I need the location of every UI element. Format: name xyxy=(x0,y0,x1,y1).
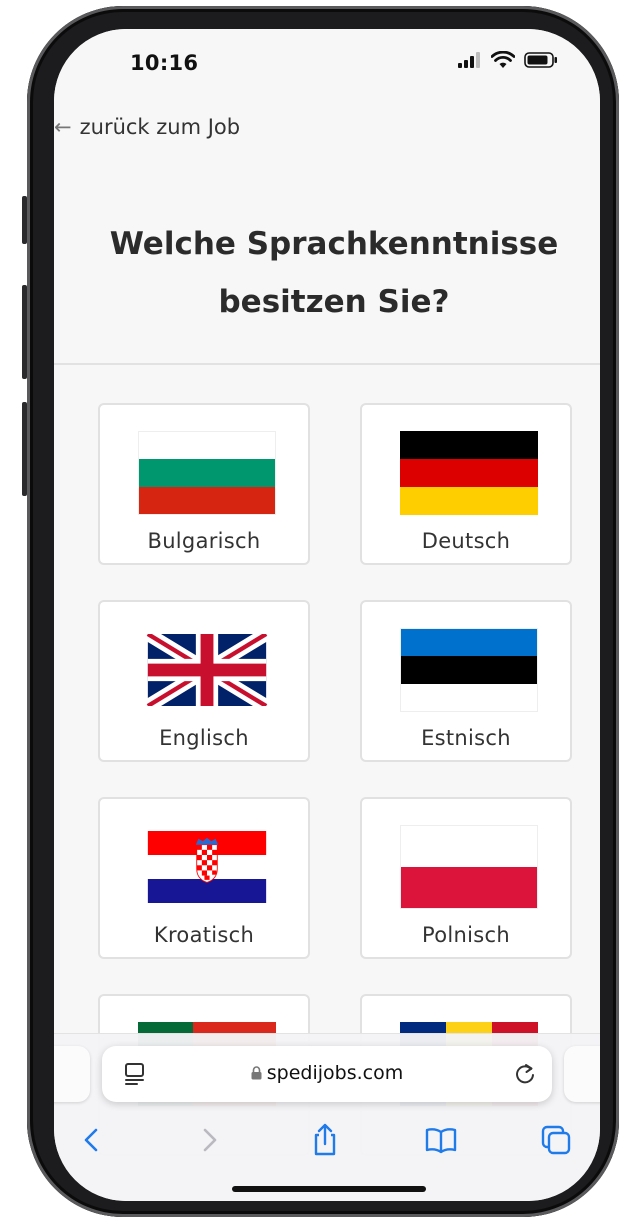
previous-tab-preview[interactable] xyxy=(54,1046,90,1102)
cellular-signal-icon xyxy=(458,52,480,68)
page-title-line1: Welche Sprachkenntnisse xyxy=(109,226,559,262)
language-label: Kroatisch xyxy=(153,923,255,947)
lock-icon xyxy=(251,1066,262,1080)
language-option-estnisch[interactable]: Estnisch xyxy=(360,600,572,762)
page-title-line2: besitzen Sie? xyxy=(218,284,450,320)
back-chevron-icon[interactable] xyxy=(74,1122,110,1158)
divider xyxy=(54,363,600,365)
next-tab-preview[interactable] xyxy=(564,1046,600,1102)
volume-up-button xyxy=(22,285,27,379)
status-bar: 10:16 xyxy=(54,29,600,101)
volume-down-button xyxy=(22,402,27,496)
language-option-deutsch[interactable]: Deutsch xyxy=(360,403,572,565)
language-option-kroatisch[interactable]: Kroatisch xyxy=(98,797,310,959)
share-icon[interactable] xyxy=(307,1122,343,1158)
croatia-flag-icon xyxy=(147,831,267,903)
wifi-icon xyxy=(491,51,515,68)
address-bar[interactable]: spedijobs.com xyxy=(102,1046,552,1102)
mute-switch xyxy=(22,196,27,244)
language-label: Deutsch xyxy=(421,529,511,553)
forward-chevron-icon[interactable] xyxy=(191,1122,227,1158)
page-title: Welche Sprachkenntnisse besitzen Sie? xyxy=(84,215,584,331)
language-option-englisch[interactable]: Englisch xyxy=(98,600,310,762)
back-link-label: zurück zum Job xyxy=(79,115,241,139)
home-indicator xyxy=(232,1186,426,1192)
language-label: Bulgarisch xyxy=(147,529,261,553)
language-option-polnisch[interactable]: Polnisch xyxy=(360,797,572,959)
estonia-flag-icon xyxy=(400,628,538,712)
battery-icon xyxy=(524,52,557,68)
bookmarks-icon[interactable] xyxy=(423,1122,459,1158)
uk-flag-icon xyxy=(144,634,270,706)
screen: 10:16 ← zurück zum Job Welche Sprachkenn… xyxy=(54,29,600,1201)
language-label: Estnisch xyxy=(421,726,511,750)
reload-icon[interactable] xyxy=(514,1063,536,1085)
arrow-left-icon: ← xyxy=(54,115,72,139)
germany-flag-icon xyxy=(400,431,538,515)
url-text: spedijobs.com xyxy=(266,1062,404,1084)
language-option-bulgarisch[interactable]: Bulgarisch xyxy=(98,403,310,565)
browser-toolbar: spedijobs.com xyxy=(54,1033,600,1201)
bulgaria-flag-icon xyxy=(138,431,276,515)
tabs-icon[interactable] xyxy=(538,1122,574,1158)
status-time: 10:16 xyxy=(130,51,199,75)
language-label: Englisch xyxy=(159,726,249,750)
browser-nav-row xyxy=(54,1116,600,1162)
poland-flag-icon xyxy=(400,825,538,909)
back-to-job-link[interactable]: ← zurück zum Job xyxy=(54,115,240,139)
url-display[interactable]: spedijobs.com xyxy=(102,1062,552,1084)
status-icons xyxy=(458,51,558,69)
language-label: Polnisch xyxy=(422,923,510,947)
